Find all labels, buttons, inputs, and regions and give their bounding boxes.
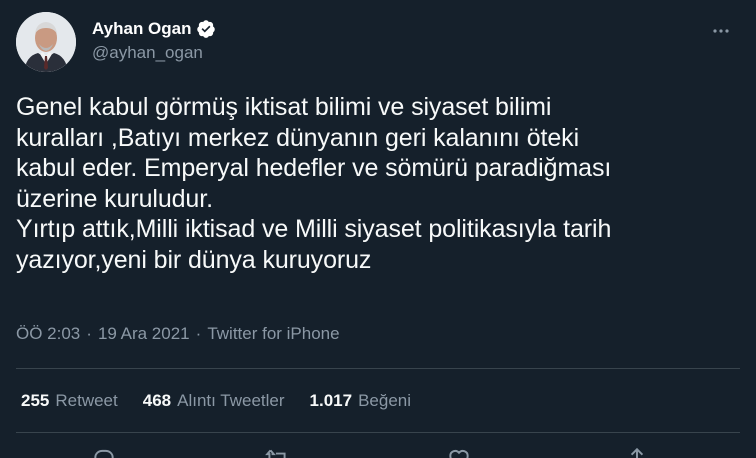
share-icon[interactable] (624, 446, 654, 458)
tweet-actions (16, 446, 740, 458)
divider (16, 432, 740, 433)
quotes-label: Alıntı Tweetler (177, 391, 285, 410)
meta-separator: · (195, 324, 202, 343)
tweet-header: Ayhan Ogan @ayhan_ogan (16, 12, 740, 72)
meta-separator: · (86, 324, 92, 343)
heart-icon[interactable] (446, 446, 476, 458)
name-block: Ayhan Ogan @ayhan_ogan (92, 17, 216, 63)
tweet-date[interactable]: 19 Ara 2021 (98, 324, 190, 344)
tweet-meta: ÖÖ 2:03 · 19 Ara 2021 · Twitter for iPho… (16, 324, 340, 344)
tweet-text: Genel kabul görmüş iktisat bilimi ve siy… (16, 93, 612, 274)
tweet-time[interactable]: ÖÖ 2:03 (16, 324, 80, 344)
divider (16, 368, 740, 369)
display-name[interactable]: Ayhan Ogan (92, 19, 192, 39)
user-handle[interactable]: @ayhan_ogan (92, 43, 216, 63)
tweet-source[interactable]: Twitter for iPhone (207, 324, 339, 344)
likes-stat[interactable]: 1.017 Beğeni (310, 391, 411, 411)
likes-count: 1.017 (309, 391, 353, 410)
likes-label: Beğeni (358, 391, 412, 410)
retweets-stat[interactable]: 255 Retweet (21, 391, 118, 411)
retweets-count: 255 (21, 391, 50, 410)
verified-badge-icon (196, 19, 216, 39)
tweet-card: Ayhan Ogan @ayhan_ogan Genel kabul görmü… (0, 0, 756, 458)
retweets-label: Retweet (55, 391, 118, 410)
reply-icon[interactable] (91, 446, 121, 458)
retweet-icon[interactable] (264, 446, 294, 458)
avatar[interactable] (16, 12, 76, 72)
quotes-count: 468 (142, 391, 172, 410)
name-row: Ayhan Ogan (92, 17, 216, 41)
tweet-stats: 255 Retweet 468 Alıntı Tweetler 1.017 Be… (21, 391, 436, 411)
quotes-stat[interactable]: 468 Alıntı Tweetler (143, 391, 285, 411)
more-icon[interactable] (706, 16, 736, 46)
